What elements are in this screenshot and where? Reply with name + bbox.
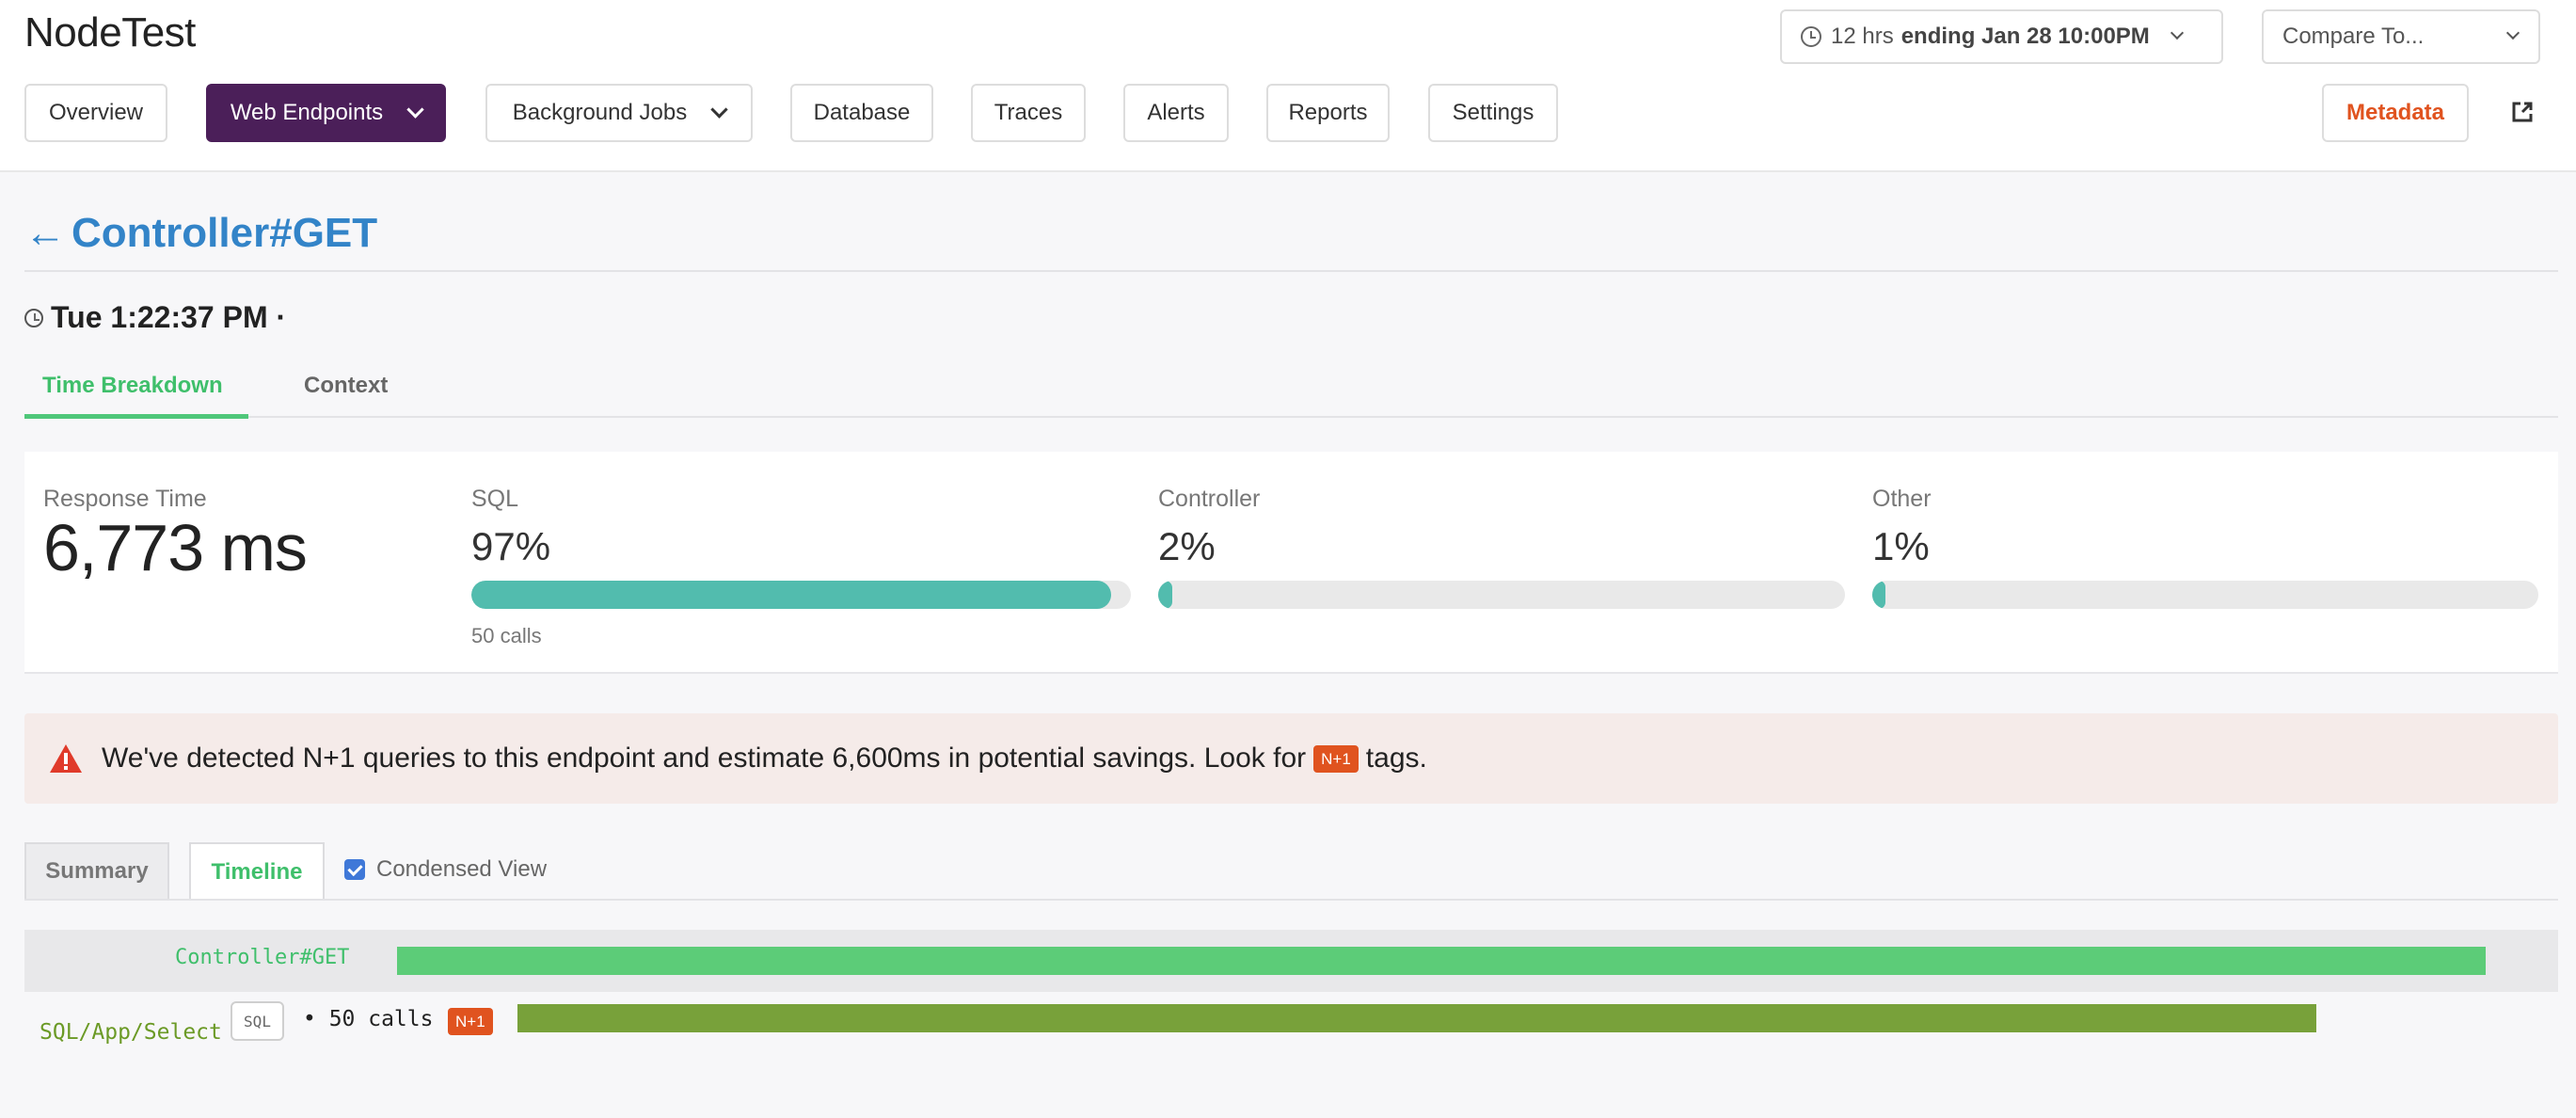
time-range-end: ending Jan 28 10:00PM xyxy=(1900,24,2150,49)
sql-value: 97% xyxy=(471,524,551,568)
nav-traces-label: Traces xyxy=(994,100,1063,125)
nav-settings-label: Settings xyxy=(1452,100,1534,125)
response-time-value: 6,773 ms xyxy=(43,511,308,584)
timeline-sql-bar[interactable] xyxy=(517,1004,2316,1032)
nav-database-label: Database xyxy=(813,100,911,125)
share-icon[interactable] xyxy=(2510,100,2535,124)
time-range-prefix: 12 hrs xyxy=(1831,24,1894,49)
timeline-controller-bar[interactable] xyxy=(397,947,2486,975)
top-header: NodeTest 12 hrs ending Jan 28 10:00PM Co… xyxy=(0,0,2576,172)
controller-progress-fill xyxy=(1158,581,1172,609)
warning-icon xyxy=(50,744,82,773)
timeline-sql-label[interactable]: SQL/App/Select xyxy=(40,1020,222,1045)
n-plus-one-alert: We've detected N+1 queries to this endpo… xyxy=(24,713,2558,804)
tabs-divider xyxy=(24,416,2558,418)
nav-database-button[interactable]: Database xyxy=(790,84,933,142)
condensed-view-checkbox[interactable] xyxy=(344,859,365,880)
nav-background-jobs-button[interactable]: Background Jobs xyxy=(485,84,753,142)
nav-alerts-button[interactable]: Alerts xyxy=(1123,84,1229,142)
view-tabs-divider xyxy=(24,899,2558,901)
page-title: ← Controller#GET xyxy=(24,210,377,257)
nav-alerts-label: Alerts xyxy=(1147,100,1205,125)
nav-traces-button[interactable]: Traces xyxy=(971,84,1086,142)
endpoint-name: Controller#GET xyxy=(72,210,378,256)
app-title: NodeTest xyxy=(24,9,196,56)
other-progress-bar xyxy=(1872,581,2538,609)
timeline-controller-label[interactable]: Controller#GET xyxy=(175,946,349,969)
nav-web-endpoints-button[interactable]: Web Endpoints xyxy=(206,84,446,142)
sql-progress-bar xyxy=(471,581,1131,609)
main-content: ← Controller#GET Tue 1:22:37 PM · Time B… xyxy=(0,172,2576,1118)
nav-reports-label: Reports xyxy=(1288,100,1368,125)
tab-timeline[interactable]: Timeline xyxy=(189,842,325,901)
divider xyxy=(24,270,2558,272)
time-range-select[interactable]: 12 hrs ending Jan 28 10:00PM xyxy=(1780,9,2223,64)
other-label: Other xyxy=(1872,486,1932,512)
tab-context[interactable]: Context xyxy=(304,373,388,399)
time-breakdown-card: Response Time 6,773 ms SQL 97% Controlle… xyxy=(24,452,2558,674)
nav-reports-button[interactable]: Reports xyxy=(1266,84,1390,142)
trace-time-text: Tue 1:22:37 PM · xyxy=(51,300,287,334)
tab-time-breakdown[interactable]: Time Breakdown xyxy=(42,373,223,399)
n-plus-one-badge: N+1 xyxy=(1313,744,1359,773)
nav-settings-button[interactable]: Settings xyxy=(1428,84,1558,142)
metadata-label: Metadata xyxy=(2345,100,2445,125)
controller-progress-bar xyxy=(1158,581,1845,609)
n-plus-one-badge: N+1 xyxy=(448,1008,493,1035)
back-arrow-icon[interactable]: ← xyxy=(24,210,66,257)
sql-progress-fill xyxy=(471,581,1111,609)
controller-value: 2% xyxy=(1158,524,1216,568)
compare-to-label: Compare To... xyxy=(2282,24,2425,49)
controller-label: Controller xyxy=(1158,486,1261,512)
nav-overview-button[interactable]: Overview xyxy=(24,84,167,142)
compare-to-select[interactable]: Compare To... xyxy=(2262,9,2540,64)
tab-summary[interactable]: Summary xyxy=(24,842,169,901)
clock-icon xyxy=(1801,26,1821,47)
metadata-button[interactable]: Metadata xyxy=(2322,84,2469,142)
alert-text: We've detected N+1 queries to this endpo… xyxy=(102,743,1307,774)
chevron-down-icon xyxy=(2505,25,2520,40)
response-time-label: Response Time xyxy=(43,486,207,512)
nav-overview-label: Overview xyxy=(48,100,144,125)
condensed-view-toggle[interactable]: Condensed View xyxy=(344,856,547,883)
nav-web-endpoints-label: Web Endpoints xyxy=(230,100,384,125)
other-progress-fill xyxy=(1872,581,1885,609)
chevron-down-icon xyxy=(406,100,424,119)
clock-icon xyxy=(24,308,43,327)
sql-calls: 50 calls xyxy=(471,624,542,647)
condensed-view-label: Condensed View xyxy=(376,856,548,882)
trace-timestamp: Tue 1:22:37 PM · xyxy=(24,300,286,335)
nav-background-jobs-label: Background Jobs xyxy=(512,100,688,125)
sql-type-tag: SQL xyxy=(231,1001,284,1041)
sql-calls-count: • 50 calls xyxy=(303,1007,434,1031)
other-value: 1% xyxy=(1872,524,1930,568)
sql-label: SQL xyxy=(471,486,519,512)
chevron-down-icon xyxy=(2170,25,2184,40)
chevron-down-icon xyxy=(710,100,728,119)
alert-text-end: tags. xyxy=(1365,743,1427,774)
active-tab-indicator xyxy=(24,414,248,419)
